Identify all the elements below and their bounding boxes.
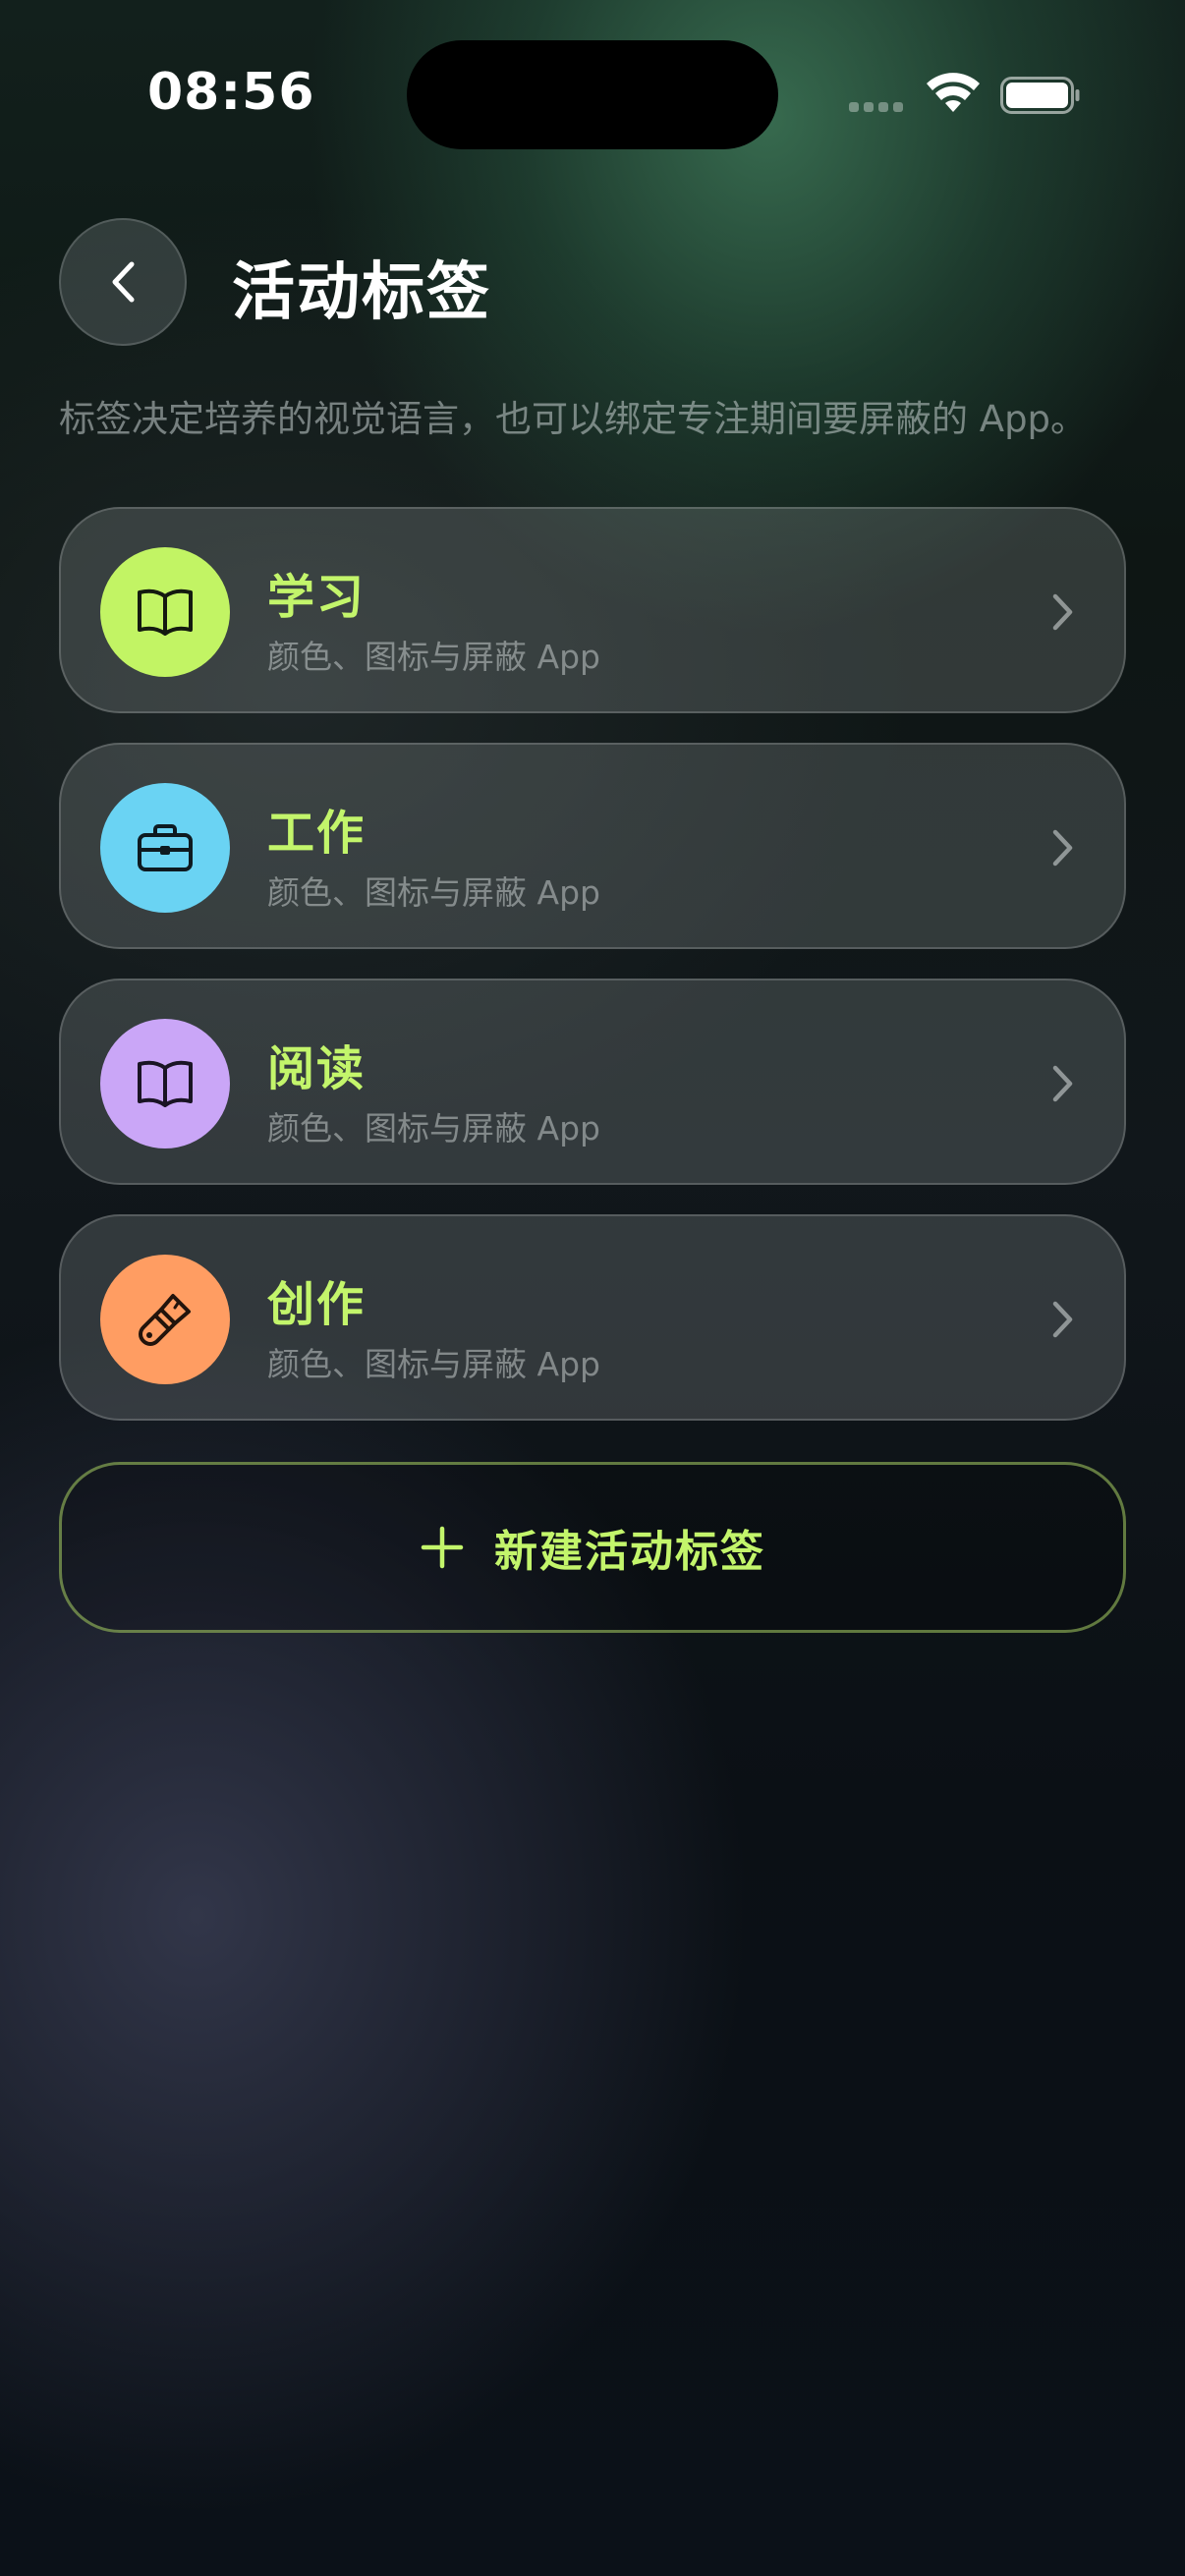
tag-name: 学习	[267, 570, 367, 625]
book-icon	[138, 1060, 193, 1107]
cellular-signal-icon	[849, 102, 903, 112]
chevron-right-icon	[1052, 593, 1073, 631]
paintbrush-icon	[139, 1294, 191, 1346]
tag-list: 学习 颜色、图标与屏蔽 App 工作 颜色、图标与屏蔽 App 阅读 颜色、图标…	[59, 507, 1126, 1450]
tag-icon-badge	[100, 1255, 230, 1384]
book-icon	[138, 588, 193, 636]
tag-description: 颜色、图标与屏蔽 App	[267, 638, 600, 676]
status-time: 08:56	[147, 63, 315, 122]
new-tag-button[interactable]: 新建活动标签	[59, 1462, 1126, 1633]
tag-icon-badge	[100, 783, 230, 913]
page-subtitle: 标签决定培养的视觉语言，也可以绑定专注期间要屏蔽的 App。	[59, 398, 1088, 440]
tag-description: 颜色、图标与屏蔽 App	[267, 1345, 600, 1383]
tag-row-study[interactable]: 学习 颜色、图标与屏蔽 App	[59, 507, 1126, 713]
briefcase-icon	[138, 824, 193, 871]
tag-row-reading[interactable]: 阅读 颜色、图标与屏蔽 App	[59, 979, 1126, 1185]
chevron-left-icon	[112, 261, 135, 303]
tag-row-create[interactable]: 创作 颜色、图标与屏蔽 App	[59, 1214, 1126, 1421]
tag-name: 阅读	[267, 1041, 367, 1096]
tag-description: 颜色、图标与屏蔽 App	[267, 873, 600, 912]
tag-icon-badge	[100, 1019, 230, 1148]
wifi-icon	[927, 73, 980, 112]
new-tag-label: 新建活动标签	[494, 1527, 765, 1577]
chevron-right-icon	[1052, 1065, 1073, 1102]
page-title: 活动标签	[232, 256, 491, 329]
chevron-right-icon	[1052, 829, 1073, 867]
tag-row-work[interactable]: 工作 颜色、图标与屏蔽 App	[59, 743, 1126, 949]
plus-icon	[421, 1526, 464, 1569]
tag-name: 创作	[267, 1277, 367, 1332]
back-button[interactable]	[59, 218, 187, 346]
tag-icon-badge	[100, 547, 230, 677]
chevron-right-icon	[1052, 1301, 1073, 1338]
status-bar: 08:56	[0, 0, 1185, 196]
dynamic-island	[407, 40, 778, 149]
battery-icon	[1000, 77, 1080, 114]
tag-name: 工作	[267, 806, 367, 861]
tag-description: 颜色、图标与屏蔽 App	[267, 1109, 600, 1148]
